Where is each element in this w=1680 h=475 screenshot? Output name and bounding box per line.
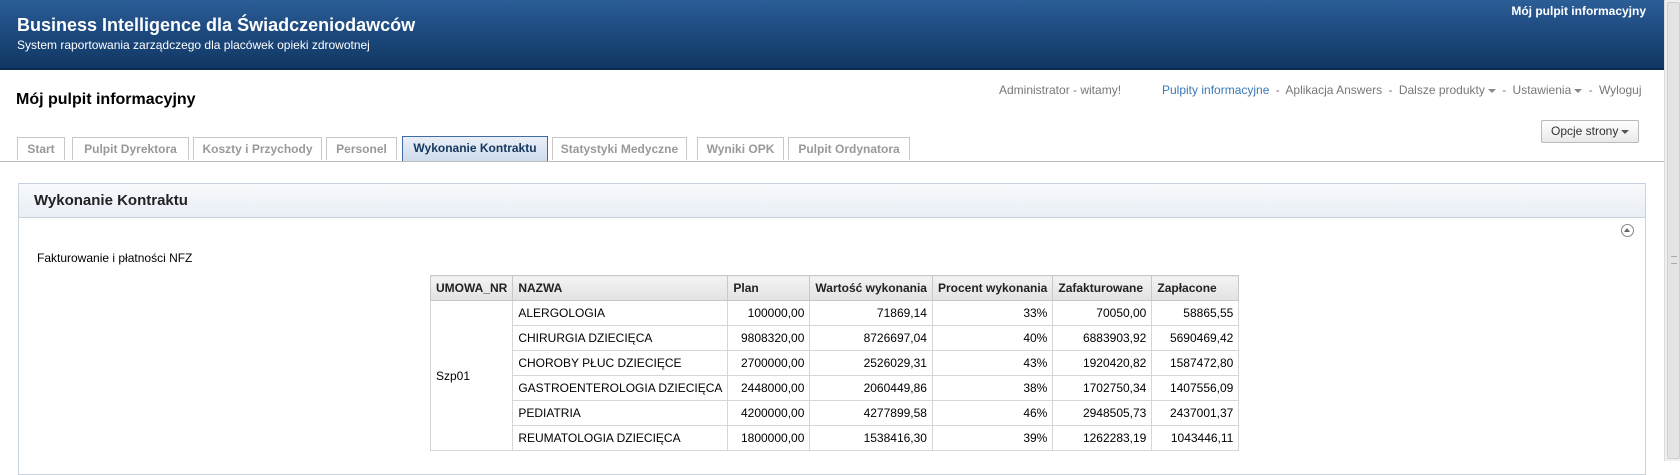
app-subtitle: System raportowania zarządczego dla plac… [17, 38, 370, 52]
table-cell: GASTROENTEROLOGIA DZIECIĘCA [512, 375, 729, 401]
nav-logout-link[interactable]: Wyloguj [1599, 83, 1642, 97]
table-cell: 2948505,73 [1052, 400, 1153, 426]
nav-dashboards-link[interactable]: Pulpity informacyjne [1162, 83, 1269, 97]
page-title: Mój pulpit informacyjny [16, 91, 196, 108]
table-cell: 1262283,19 [1052, 425, 1153, 451]
table-row: Szp01 ALERGOLOGIA 100000,00 71869,14 33%… [429, 300, 1240, 451]
tabs-divider [0, 161, 1664, 162]
tab-wykonanie-kontraktu[interactable]: Wykonanie Kontraktu [402, 136, 548, 161]
my-dashboard-link[interactable]: Mój pulpit informacyjny [1511, 4, 1646, 18]
column-header[interactable]: Wartość wykonania [809, 275, 933, 301]
column-header[interactable]: Plan [727, 275, 811, 301]
table-cell: 38% [931, 375, 1054, 401]
table-cell: 2526029,31 [809, 350, 933, 376]
table-cell: 5690469,42 [1151, 325, 1240, 351]
table-cell: 43% [931, 350, 1054, 376]
table-cell: 1043446,11 [1151, 425, 1240, 451]
table-cell: 1407556,09 [1151, 375, 1240, 401]
tab-start[interactable]: Start [17, 137, 65, 160]
nav-separator: - [1275, 83, 1280, 97]
table-row: REUMATOLOGIA DZIECIĘCA 1800000,00 153841… [431, 425, 1240, 451]
chevron-down-icon [1487, 88, 1496, 93]
report-caption: Fakturowanie i płatności NFZ [37, 251, 193, 265]
table-cell: 46% [931, 400, 1054, 426]
table-cell: PEDIATRIA [512, 400, 729, 426]
table-row: CHIRURGIA DZIECIĘCA 9808320,00 8726697,0… [431, 325, 1240, 351]
tab-personel[interactable]: Personel [326, 137, 397, 160]
table-cell: 71869,14 [809, 300, 933, 326]
table-row: GASTROENTEROLOGIA DZIECIĘCA 2448000,00 2… [431, 375, 1240, 401]
app-title: Business Intelligence dla Świadczeniodaw… [17, 15, 416, 35]
scrollbar-grip-icon [1671, 256, 1677, 264]
table-cell: 4200000,00 [727, 400, 811, 426]
table-cell: CHOROBY PŁUC DZIECIĘCE [512, 350, 729, 376]
column-header[interactable]: Zafakturowane [1052, 275, 1153, 301]
table-cell: 1800000,00 [727, 425, 811, 451]
table-cell: 4277899,58 [809, 400, 933, 426]
nav-more-products-menu[interactable]: Dalsze produkty [1399, 83, 1496, 97]
nav-more-products-label: Dalsze produkty [1398, 83, 1485, 97]
section-header: Wykonanie Kontraktu [19, 184, 1645, 218]
column-header[interactable]: NAZWA [512, 275, 729, 301]
table-cell: 2437001,37 [1151, 400, 1240, 426]
table-cell: 1702750,34 [1052, 375, 1153, 401]
table-cell: ALERGOLOGIA [512, 300, 729, 326]
nav-separator: - [1588, 83, 1593, 97]
nav-separator: - [1502, 83, 1507, 97]
table-cell: 2060449,86 [809, 375, 933, 401]
table-cell: 8726697,04 [809, 325, 933, 351]
tab-pulpit-ordynatora[interactable]: Pulpit Ordynatora [788, 137, 910, 160]
column-header[interactable]: Zapłacone [1151, 275, 1240, 301]
table-cell: 1920420,82 [1052, 350, 1153, 376]
nav-settings-menu[interactable]: Ustawienia [1513, 83, 1583, 97]
table-cell: 39% [931, 425, 1054, 451]
table-cell: 58865,55 [1151, 300, 1240, 326]
table-header-row: UMOWA_NR NAZWA Plan Wartość wykonania Pr… [429, 275, 1240, 301]
table-cell: 1538416,30 [809, 425, 933, 451]
column-header[interactable]: Procent wykonania [931, 275, 1054, 301]
table-cell: 100000,00 [727, 300, 811, 326]
section-title: Wykonanie Kontraktu [34, 192, 188, 209]
page-options-label: Opcje strony [1551, 124, 1619, 138]
table-cell: 1587472,80 [1151, 350, 1240, 376]
column-header[interactable]: UMOWA_NR [429, 275, 514, 301]
table-row: PEDIATRIA 4200000,00 4277899,58 46% 2948… [431, 400, 1240, 426]
page-options-button[interactable]: Opcje strony [1541, 120, 1640, 143]
table-cell: 70050,00 [1052, 300, 1153, 326]
table-row: CHOROBY PŁUC DZIECIĘCE 2700000,00 252602… [431, 350, 1240, 376]
table-cell: 9808320,00 [727, 325, 811, 351]
chevron-down-icon [1574, 88, 1583, 93]
table-cell: 6883903,92 [1052, 325, 1153, 351]
nav-separator: - [1388, 83, 1393, 97]
tab-statystyki-medyczne[interactable]: Statystyki Medyczne [552, 137, 687, 160]
global-nav: Pulpity informacyjne - Aplikacja Answers… [1162, 83, 1642, 97]
section-panel: Wykonanie Kontraktu Fakturowanie i płatn… [18, 183, 1646, 475]
table-cell: 2448000,00 [727, 375, 811, 401]
tab-koszty-i-przychody[interactable]: Koszty i Przychody [193, 137, 322, 160]
table-cell: REUMATOLOGIA DZIECIĘCA [512, 425, 729, 451]
vertical-scrollbar[interactable] [1664, 0, 1680, 461]
chevron-down-icon [1621, 129, 1630, 134]
table-cell: 33% [931, 300, 1054, 326]
app-header-banner: Business Intelligence dla Świadczeniodaw… [0, 0, 1664, 70]
umowa-cell: Szp01 [429, 300, 514, 451]
collapse-icon[interactable] [1621, 224, 1634, 237]
table-cell: 2700000,00 [727, 350, 811, 376]
table-cell: 40% [931, 325, 1054, 351]
nav-settings-label: Ustawienia [1512, 83, 1572, 97]
contract-table: UMOWA_NR NAZWA Plan Wartość wykonania Pr… [429, 275, 1240, 451]
welcome-message: Administrator - witamy! [999, 83, 1122, 97]
tab-wyniki-opk[interactable]: Wyniki OPK [697, 137, 784, 160]
table-cell: CHIRURGIA DZIECIĘCA [512, 325, 729, 351]
nav-answers-link[interactable]: Aplikacja Answers [1285, 83, 1382, 97]
tab-pulpit-dyrektora[interactable]: Pulpit Dyrektora [72, 137, 189, 160]
scrollbar-thumb[interactable] [1667, 2, 1680, 459]
